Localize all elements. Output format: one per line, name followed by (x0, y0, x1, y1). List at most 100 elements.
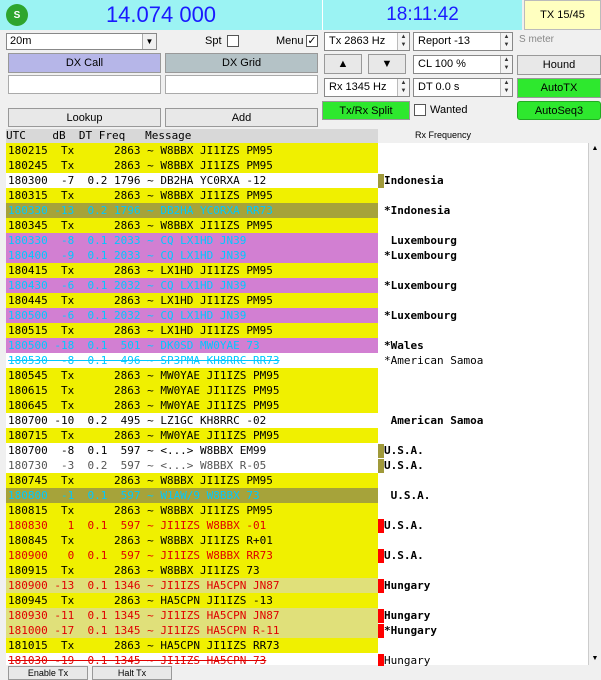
decode-row[interactable]: 181000 -17 0.1 1345 ~ JI1IZS HA5CPN R-11 (6, 623, 378, 638)
dx-call-input[interactable] (8, 75, 161, 94)
decode-row[interactable]: 180915 Tx 2863 ~ W8BBX JI1IZS 73 (6, 563, 378, 578)
country-label: *Luxembourg (384, 249, 457, 262)
decode-row[interactable]: 180415 Tx 2863 ~ LX1HD JI1IZS PM95 (6, 263, 378, 278)
decode-row[interactable]: 180700 -10 0.2 495 ~ LZ1GC KH8RRC -02 (6, 413, 378, 428)
frequency-text: 14.074 000 (105, 2, 217, 27)
scroll-down-icon[interactable]: ▼ (589, 653, 601, 665)
country-label: *American Samoa (384, 354, 484, 367)
country-label: Hungary (384, 579, 431, 592)
enable-tx-button[interactable]: Enable Tx (8, 666, 88, 680)
decode-row[interactable]: 180645 Tx 2863 ~ MW0YAE JI1IZS PM95 (6, 398, 378, 413)
decode-row[interactable]: 180900 0 0.1 597 ~ JI1IZS W8BBX RR73 (6, 548, 378, 563)
decode-row[interactable]: 180330 -13 0.2 1796 ~ DB2HA YC0RXA RR73 (6, 203, 378, 218)
decode-row[interactable]: 180545 Tx 2863 ~ MW0YAE JI1IZS PM95 (6, 368, 378, 383)
spin-arrows-icon[interactable]: ▲ ▼ (500, 79, 512, 96)
rx-frequency-value: Rx 1345 Hz (329, 81, 387, 93)
spin-arrows-icon[interactable]: ▲ ▼ (397, 33, 409, 50)
decode-row[interactable]: 180515 Tx 2863 ~ LX1HD JI1IZS PM95 (6, 323, 378, 338)
rx-frequency-header: Rx Frequency (415, 130, 472, 140)
decode-row[interactable]: 181015 Tx 2863 ~ HA5CPN JI1IZS RR73 (6, 638, 378, 653)
band-select-value: 20m (10, 35, 32, 47)
down-arrow-button[interactable]: ▼ (368, 54, 406, 74)
decode-row[interactable]: 180830 1 0.1 597 ~ JI1IZS W8BBX -01 (6, 518, 378, 533)
country-label: Luxembourg (384, 234, 457, 247)
band-select[interactable]: 20m ▼ (6, 33, 157, 50)
country-label: *Indonesia (384, 204, 451, 217)
country-label: *Wales (384, 339, 424, 352)
decode-row[interactable]: 180400 -9 0.1 2033 ~ CQ LX1HD JN39 (6, 248, 378, 263)
bottom-bar (0, 666, 601, 680)
decode-row[interactable]: 180300 -7 0.2 1796 ~ DB2HA YC0RXA -12 (6, 173, 378, 188)
decode-row[interactable]: 180700 -8 0.1 597 ~ <...> W8BBX EM99 (6, 443, 378, 458)
decode-row[interactable]: 180500 -6 0.1 2032 ~ CQ LX1HD JN39 (6, 308, 378, 323)
decode-row[interactable]: 180745 Tx 2863 ~ W8BBX JI1IZS PM95 (6, 473, 378, 488)
s-meter-label: S meter (519, 34, 555, 45)
auto-seq-button[interactable]: AutoSeq3 (517, 101, 601, 120)
decode-row[interactable]: 180245 Tx 2863 ~ W8BBX JI1IZS PM95 (6, 158, 378, 173)
dx-call-button[interactable]: DX Call (8, 53, 161, 73)
wanted-checkbox[interactable] (414, 104, 426, 116)
decode-row[interactable]: 180315 Tx 2863 ~ W8BBX JI1IZS PM95 (6, 188, 378, 203)
country-label: *Hungary (384, 624, 437, 637)
decode-row[interactable]: 180615 Tx 2863 ~ MW0YAE JI1IZS PM95 (6, 383, 378, 398)
decode-row[interactable]: 180800 -1 0.1 597 ~ W1AW/9 W8BBX 73 (6, 488, 378, 503)
decode-row[interactable]: 180900 -13 0.1 1346 ~ JI1IZS HA5CPN JN87 (6, 578, 378, 593)
wanted-label: Wanted (430, 104, 468, 116)
dx-grid-input[interactable] (165, 75, 318, 94)
menu-checkbox[interactable]: ✓ (306, 35, 318, 47)
decode-row[interactable]: 180845 Tx 2863 ~ W8BBX JI1IZS R+01 (6, 533, 378, 548)
rx-frequency-spinbox[interactable]: Rx 1345 Hz ▲ ▼ (324, 78, 410, 97)
dt-value: DT 0.0 s (418, 81, 460, 93)
decode-row[interactable]: 180215 Tx 2863 ~ W8BBX JI1IZS PM95 (6, 143, 378, 158)
country-label: Hungary (384, 609, 431, 622)
spin-arrows-icon[interactable]: ▲ ▼ (500, 33, 512, 50)
spin-arrows-icon[interactable]: ▲ ▼ (397, 79, 409, 96)
utc-clock: 18:11:42 (322, 0, 522, 30)
decode-scrollbar[interactable]: ▲ ▼ (588, 143, 601, 665)
country-label: *Luxembourg (384, 279, 457, 292)
decode-row[interactable]: 180445 Tx 2863 ~ LX1HD JI1IZS PM95 (6, 293, 378, 308)
tx-frequency-value: Tx 2863 Hz (329, 35, 386, 47)
decode-row[interactable]: 180530 -8 0.1 496 ~ SP3PMA KH8RRC RR73 (6, 353, 378, 368)
lookup-button[interactable]: Lookup (8, 108, 161, 127)
decode-row[interactable]: 180930 -11 0.1 1345 ~ JI1IZS HA5CPN JN87 (6, 608, 378, 623)
scroll-up-icon[interactable]: ▲ (589, 143, 601, 155)
country-label: U.S.A. (384, 549, 424, 562)
decode-row[interactable]: 180815 Tx 2863 ~ W8BBX JI1IZS PM95 (6, 503, 378, 518)
add-button[interactable]: Add (165, 108, 318, 127)
cl-value: CL 100 % (418, 58, 466, 70)
decode-list[interactable]: 180215 Tx 2863 ~ W8BBX JI1IZS PM95 180245… (6, 143, 378, 665)
tx-frequency-spinbox[interactable]: Tx 2863 Hz ▲ ▼ (324, 32, 410, 51)
decode-row[interactable]: 180430 -6 0.1 2032 ~ CQ LX1HD JN39 (6, 278, 378, 293)
decode-row[interactable]: 180945 Tx 2863 ~ HA5CPN JI1IZS -13 (6, 593, 378, 608)
report-spinbox[interactable]: Report -13 ▲ ▼ (413, 32, 513, 51)
spin-arrows-icon[interactable]: ▲ ▼ (500, 56, 512, 73)
decode-row[interactable]: 181030 -19 0.1 1345 ~ JI1IZS HA5CPN 73 (6, 653, 378, 665)
up-arrow-button[interactable]: ▲ (324, 54, 362, 74)
country-label: U.S.A. (384, 444, 424, 457)
tx-rx-split-button[interactable]: Tx/Rx Split (322, 101, 410, 120)
auto-tx-button[interactable]: AutoTX (517, 78, 601, 98)
country-label: U.S.A. (384, 489, 431, 502)
cl-spinbox[interactable]: CL 100 % ▲ ▼ (413, 55, 513, 74)
hound-button[interactable]: Hound (517, 55, 601, 75)
rx-frequency-pane[interactable]: Indonesia *Indonesia Luxembourg *Luxembour… (378, 143, 588, 668)
report-value: Report -13 (418, 35, 470, 47)
tx-period-indicator: TX 15/45 (524, 0, 601, 30)
decode-row[interactable]: 180730 -3 0.2 597 ~ <...> W8BBX R-05 (6, 458, 378, 473)
decode-row[interactable]: 180500 -18 0.1 501 ~ DK0SD MW0YAE 73 (6, 338, 378, 353)
country-label: American Samoa (384, 414, 484, 427)
decode-row[interactable]: 180330 -8 0.1 2033 ~ CQ LX1HD JN39 (6, 233, 378, 248)
decode-row[interactable]: 180345 Tx 2863 ~ W8BBX JI1IZS PM95 (6, 218, 378, 233)
chevron-down-icon[interactable]: ▼ (142, 34, 156, 49)
halt-tx-button[interactable]: Halt Tx (92, 666, 172, 680)
decode-row[interactable]: 180715 Tx 2863 ~ MW0YAE JI1IZS PM95 (6, 428, 378, 443)
dx-grid-button[interactable]: DX Grid (165, 53, 318, 73)
spt-checkbox[interactable] (227, 35, 239, 47)
dt-spinbox[interactable]: DT 0.0 s ▲ ▼ (413, 78, 513, 97)
status-icon[interactable]: S (6, 4, 28, 26)
spt-label: Spt (205, 35, 222, 47)
decode-list-header: UTC dB DT Freq Message (6, 129, 378, 143)
country-label: U.S.A. (384, 459, 424, 472)
country-label: Indonesia (384, 174, 444, 187)
